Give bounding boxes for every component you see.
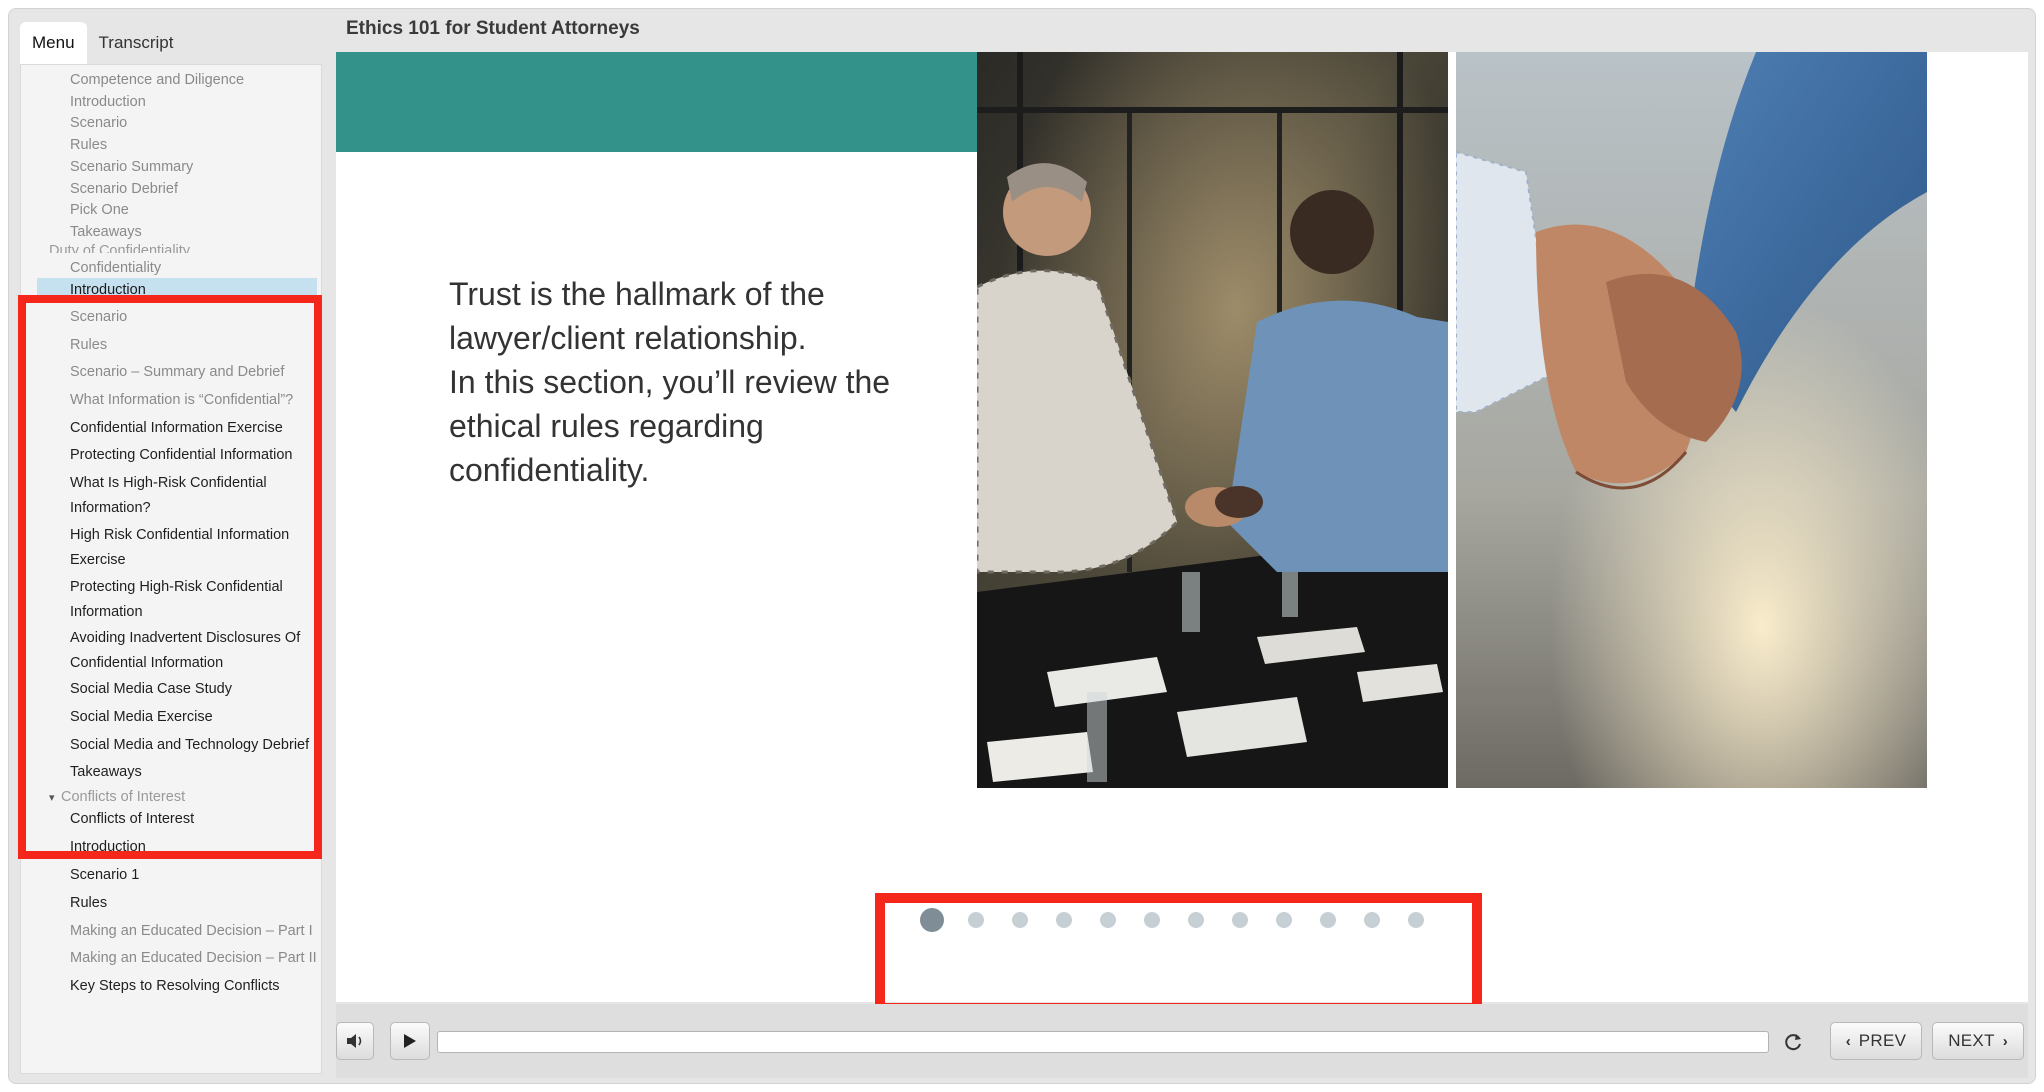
sidebar: Menu Transcript Competence and Diligence… bbox=[12, 12, 322, 1074]
slide-text-line: Trust is the hallmark of the bbox=[449, 276, 825, 312]
handshake-closeup-photo bbox=[1456, 52, 1927, 788]
menu-item-introduction-current[interactable]: Introduction bbox=[37, 278, 317, 303]
menu-item-confidential-info-exercise[interactable]: Confidential Information Exercise bbox=[70, 416, 318, 441]
menu-item-key-steps[interactable]: Key Steps to Resolving Conflicts bbox=[70, 974, 318, 999]
play-button[interactable] bbox=[390, 1022, 430, 1060]
tab-menu[interactable]: Menu bbox=[20, 22, 87, 64]
next-button[interactable]: NEXT › bbox=[1932, 1022, 2024, 1060]
menu-item-social-media-debrief[interactable]: Social Media and Technology Debrief bbox=[70, 733, 318, 758]
player-controls: ‹ PREV NEXT › bbox=[336, 1004, 2028, 1078]
menu-item-protecting-high-risk[interactable]: Protecting High-Risk Confidential Inform… bbox=[70, 575, 318, 625]
menu-item-social-media-case-study[interactable]: Social Media Case Study bbox=[70, 677, 318, 702]
replay-button[interactable] bbox=[1776, 1026, 1810, 1058]
slide-dot[interactable] bbox=[968, 912, 984, 928]
slide-dot[interactable] bbox=[1364, 912, 1380, 928]
slide-body-text: Trust is the hallmark of the lawyer/clie… bbox=[449, 272, 949, 492]
slide-dot[interactable] bbox=[1056, 912, 1072, 928]
menu-item-introduction[interactable]: Introduction bbox=[70, 835, 318, 860]
meeting-handshake-photo bbox=[977, 52, 1448, 788]
chevron-down-icon: ▾ bbox=[49, 792, 55, 804]
play-icon bbox=[404, 1034, 416, 1048]
menu-item-avoiding-disclosures[interactable]: Avoiding Inadvertent Disclosures Of Conf… bbox=[70, 626, 318, 676]
next-label: NEXT bbox=[1948, 1031, 1995, 1050]
menu-section-duty-confidentiality[interactable]: Duty of Confidentiality bbox=[49, 241, 190, 253]
menu-section-conflicts-of-interest[interactable]: ▾ Conflicts of Interest bbox=[49, 787, 185, 808]
seek-bar[interactable] bbox=[437, 1031, 1769, 1053]
menu-item-scenario-summary-debrief[interactable]: Scenario – Summary and Debrief bbox=[70, 360, 318, 385]
menu-item-conflicts-of-interest[interactable]: Conflicts of Interest bbox=[70, 807, 318, 832]
menu-item-what-info-confidential[interactable]: What Information is “Confidential”? bbox=[70, 388, 318, 413]
prev-button[interactable]: ‹ PREV bbox=[1830, 1022, 1922, 1060]
menu-item-high-risk-exercise[interactable]: High Risk Confidential Information Exerc… bbox=[70, 523, 318, 573]
accent-band bbox=[336, 52, 977, 152]
slide-dot[interactable] bbox=[1408, 912, 1424, 928]
slide-text-line: In this section, you’ll review the bbox=[449, 364, 891, 400]
menu-list: Competence and Diligence Introduction Sc… bbox=[20, 64, 322, 1074]
replay-icon bbox=[1785, 1034, 1801, 1051]
chevron-left-icon: ‹ bbox=[1845, 1032, 1851, 1050]
chevron-right-icon: › bbox=[2002, 1032, 2008, 1050]
tab-transcript[interactable]: Transcript bbox=[87, 22, 186, 64]
menu-item-scenario[interactable]: Scenario bbox=[70, 305, 318, 330]
slide-text-line: ethical rules regarding bbox=[449, 408, 764, 444]
menu-item-protecting-confidential-info[interactable]: Protecting Confidential Information bbox=[70, 443, 318, 468]
menu-item-rules[interactable]: Rules bbox=[70, 333, 318, 358]
slide-text-line: confidentiality. bbox=[449, 452, 650, 488]
slide-dot[interactable] bbox=[1100, 912, 1116, 928]
menu-item-takeaways[interactable]: Takeaways bbox=[70, 760, 318, 785]
slide-dot[interactable] bbox=[1320, 912, 1336, 928]
menu-item-rules[interactable]: Rules bbox=[70, 891, 318, 916]
slide-stage: Trust is the hallmark of the lawyer/clie… bbox=[336, 52, 2028, 1002]
slide-dot[interactable] bbox=[1012, 912, 1028, 928]
menu-item-what-is-high-risk[interactable]: What Is High-Risk Confidential Informati… bbox=[70, 471, 318, 521]
slide-dot[interactable] bbox=[1188, 912, 1204, 928]
volume-button[interactable] bbox=[336, 1022, 374, 1060]
menu-item-social-media-exercise[interactable]: Social Media Exercise bbox=[70, 705, 318, 730]
menu-section-label: Conflicts of Interest bbox=[61, 789, 186, 805]
speaker-icon bbox=[347, 1034, 362, 1048]
menu-item-educated-decision-2[interactable]: Making an Educated Decision – Part II bbox=[70, 946, 318, 971]
menu-item-scenario-1[interactable]: Scenario 1 bbox=[70, 863, 318, 888]
slide-dot[interactable] bbox=[920, 908, 944, 932]
slide-text-line: lawyer/client relationship. bbox=[449, 320, 807, 356]
slide-dot[interactable] bbox=[1276, 912, 1292, 928]
course-title: Ethics 101 for Student Attorneys bbox=[346, 18, 640, 39]
slide-dot[interactable] bbox=[1144, 912, 1160, 928]
sidebar-tabs: Menu Transcript bbox=[20, 22, 185, 64]
prev-label: PREV bbox=[1858, 1031, 1907, 1050]
slide-dot[interactable] bbox=[1232, 912, 1248, 928]
menu-item-educated-decision-1[interactable]: Making an Educated Decision – Part I bbox=[70, 919, 318, 944]
